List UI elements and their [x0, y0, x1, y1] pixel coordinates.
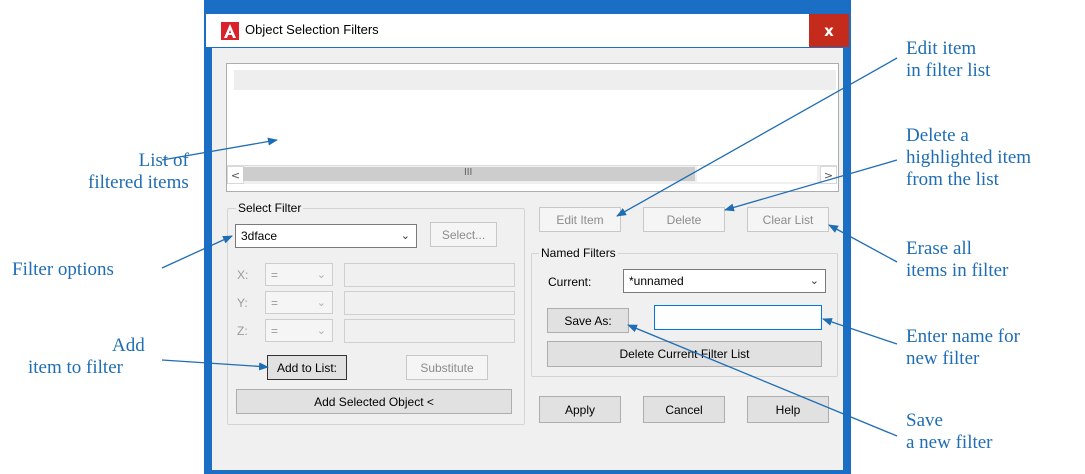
callout-line-enter-name	[822, 318, 898, 345]
callout-line-filter-options	[161, 235, 233, 269]
callout-line-edit-item	[616, 57, 898, 217]
callout-line-delete	[724, 159, 898, 212]
callout-line-save-as	[627, 324, 898, 437]
callout-edit-item: Edit item in filter list	[906, 38, 991, 81]
callout-list-items: List of filtered items	[88, 150, 189, 193]
callout-filter-options: Filter options	[12, 259, 114, 280]
callout-enter-name: Enter name for new filter	[906, 326, 1020, 369]
callout-save-new: Save a new filter	[906, 410, 993, 453]
callout-line-clear-list	[828, 224, 898, 263]
callout-line-add-item	[161, 359, 269, 371]
callout-delete-item: Delete a highlighted item from the list	[906, 125, 1032, 190]
callout-add-item: Add item to filter	[28, 335, 145, 378]
callout-erase-all: Erase all items in filter	[906, 238, 1009, 281]
